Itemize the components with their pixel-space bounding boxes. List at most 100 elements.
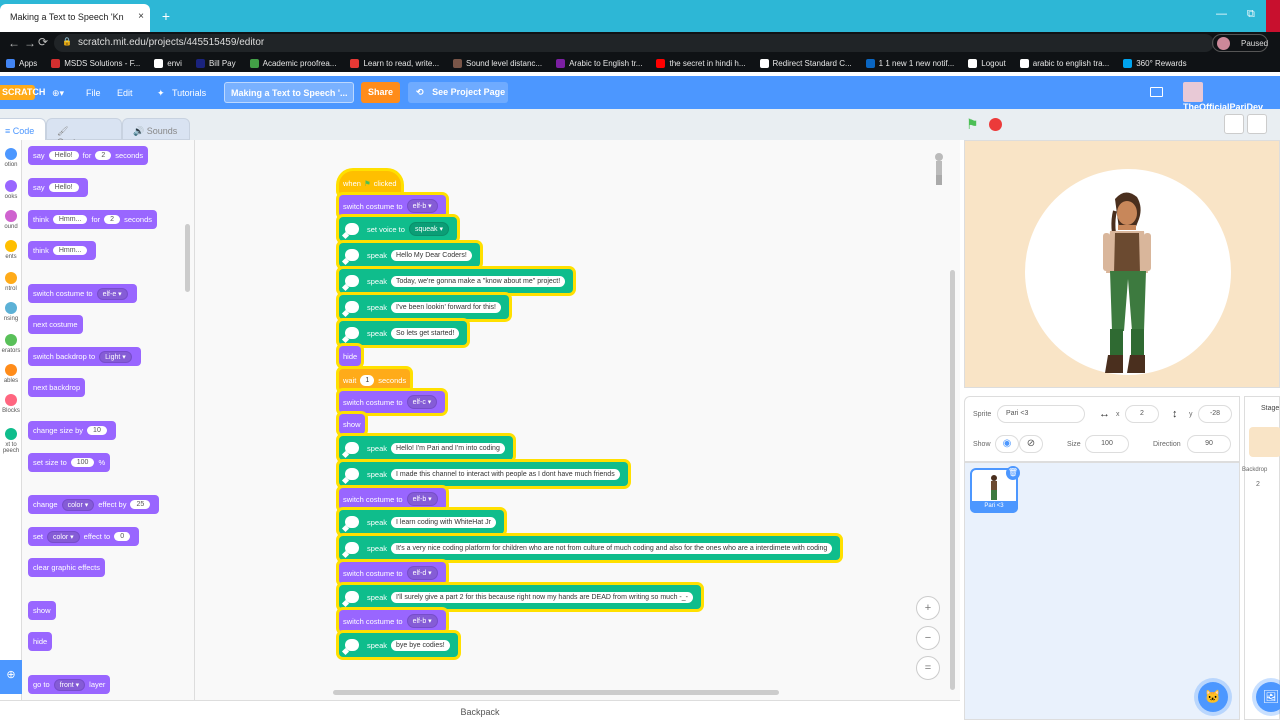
zoom-out-button[interactable]: − bbox=[916, 626, 940, 650]
palette-switch-backdrop-block[interactable]: switch backdrop to Light ▾ bbox=[28, 347, 141, 366]
palette-switch-costume-block[interactable]: switch costume to elf-e ▾ bbox=[28, 284, 137, 303]
bookmark-item[interactable]: Academic proofrea... bbox=[249, 58, 336, 68]
menu-file[interactable]: File bbox=[86, 88, 101, 98]
menu-tutorials[interactable]: Tutorials bbox=[172, 88, 206, 98]
zoom-reset-button[interactable]: = bbox=[916, 656, 940, 680]
bookmark-item[interactable]: envi bbox=[154, 58, 182, 68]
browser-tab[interactable]: Making a Text to Speech 'Kn × bbox=[0, 4, 150, 32]
scratch-logo[interactable]: SCRATCH bbox=[0, 85, 45, 100]
bookmark-item[interactable]: Apps bbox=[6, 58, 37, 68]
category-item[interactable]: ents bbox=[0, 240, 22, 260]
project-title-input[interactable]: Making a Text to Speech '... bbox=[224, 82, 354, 103]
block-dropdown[interactable]: color ▾ bbox=[47, 530, 80, 543]
category-item[interactable]: ooks bbox=[0, 180, 22, 200]
user-menu[interactable]: TheOfficialPariDev bbox=[1183, 82, 1280, 112]
back-icon[interactable]: ← bbox=[8, 36, 20, 50]
bookmark-item[interactable]: MSDS Solutions - F... bbox=[51, 58, 140, 68]
block-dropdown[interactable]: elf-e ▾ bbox=[96, 287, 128, 300]
menu-edit[interactable]: Edit bbox=[117, 88, 133, 98]
block-input[interactable]: Hmm... bbox=[52, 246, 88, 255]
choose-backdrop-button[interactable]: 🖼 bbox=[1256, 682, 1280, 712]
reload-icon[interactable]: ⟳ bbox=[38, 35, 48, 49]
block-input[interactable]: 0 bbox=[114, 532, 131, 541]
language-globe-icon[interactable]: ⊕▾ bbox=[52, 88, 64, 99]
speak-text-input[interactable]: I made this channel to interact with peo… bbox=[391, 468, 620, 480]
category-item[interactable]: ables bbox=[0, 364, 22, 384]
palette-go-to-layer-block[interactable]: go to front ▾ layer bbox=[28, 675, 111, 694]
stage-canvas[interactable] bbox=[964, 140, 1280, 388]
category-item[interactable]: ound bbox=[0, 210, 22, 230]
switch-costume-block[interactable]: switch costume to elf-b ▾ bbox=[339, 610, 446, 632]
share-button[interactable]: Share bbox=[361, 82, 400, 103]
maximize-icon[interactable]: ⧉ bbox=[1247, 8, 1255, 21]
switch-costume-block[interactable]: switch costume to elf-c ▾ bbox=[339, 391, 446, 413]
category-item[interactable]: Blocks bbox=[0, 394, 22, 414]
speak-text-input[interactable]: So lets get started! bbox=[391, 327, 460, 339]
bookmark-item[interactable]: 360° Rewards bbox=[1123, 58, 1187, 68]
palette-say-block[interactable]: say Hello! bbox=[28, 178, 88, 197]
speak-block[interactable]: speak bye bye codies! bbox=[339, 633, 458, 657]
tab-close-icon[interactable]: × bbox=[138, 11, 144, 22]
costume-dropdown[interactable]: elf-b ▾ bbox=[406, 199, 438, 213]
category-item[interactable]: otion bbox=[0, 148, 22, 168]
switch-costume-block[interactable]: switch costume to elf-b ▾ bbox=[339, 195, 446, 217]
palette-change-effect-block[interactable]: change color ▾ effect by 25 bbox=[28, 495, 160, 514]
sprite-name-input[interactable]: Pari <3 bbox=[997, 405, 1085, 423]
block-dropdown[interactable]: color ▾ bbox=[61, 498, 95, 511]
speak-block[interactable]: speak I learn coding with WhiteHat Jr bbox=[339, 510, 504, 534]
new-tab-button[interactable]: + bbox=[157, 7, 175, 25]
category-item[interactable]: ntrol bbox=[0, 272, 22, 292]
show-visible-toggle[interactable]: ◉ bbox=[995, 435, 1019, 453]
script-vertical-scrollbar[interactable] bbox=[950, 270, 955, 690]
block-input[interactable]: 2 bbox=[104, 215, 121, 224]
bookmark-item[interactable]: arabic to english tra... bbox=[1019, 58, 1109, 68]
script-horizontal-scrollbar[interactable] bbox=[333, 690, 779, 695]
add-extension-button[interactable]: ⊕ bbox=[0, 660, 22, 694]
tab-sounds[interactable]: 🔊 Sounds bbox=[122, 118, 190, 140]
speak-text-input[interactable]: Today, we're gonna make a "know about me… bbox=[391, 275, 566, 287]
small-stage-button[interactable] bbox=[1224, 114, 1244, 134]
script-area[interactable] bbox=[195, 140, 960, 700]
speak-block[interactable]: speak So lets get started! bbox=[339, 321, 468, 345]
speak-text-input[interactable]: I'll surely give a part 2 for this becau… bbox=[391, 591, 693, 603]
block-dropdown[interactable]: Light ▾ bbox=[99, 350, 132, 363]
voice-dropdown[interactable]: squeak ▾ bbox=[408, 222, 449, 236]
switch-costume-block[interactable]: switch costume to elf-b ▾ bbox=[339, 488, 446, 510]
costume-dropdown[interactable]: elf-c ▾ bbox=[406, 395, 438, 409]
block-input[interactable]: Hmm... bbox=[52, 215, 88, 224]
palette-next-costume-block[interactable]: next costume bbox=[28, 315, 83, 334]
palette-scrollbar[interactable] bbox=[185, 224, 190, 292]
window-close-button[interactable] bbox=[1266, 0, 1280, 32]
bookmark-item[interactable]: Redirect Standard C... bbox=[759, 58, 852, 68]
wait-input[interactable]: 1 bbox=[360, 374, 375, 386]
palette-say-for-block[interactable]: say Hello! for 2 seconds bbox=[28, 146, 149, 165]
x-input[interactable]: 2 bbox=[1125, 405, 1159, 423]
palette-show-block[interactable]: show bbox=[28, 601, 56, 620]
backdrop-thumbnail[interactable] bbox=[1249, 427, 1280, 457]
bookmark-item[interactable]: the secret in hindi h... bbox=[656, 58, 746, 68]
backpack-bar[interactable]: Backpack bbox=[0, 700, 960, 720]
block-input[interactable]: Hello! bbox=[48, 183, 79, 192]
switch-costume-block[interactable]: switch costume to elf-d ▾ bbox=[339, 562, 446, 584]
costume-dropdown[interactable]: elf-d ▾ bbox=[406, 566, 438, 580]
speak-block[interactable]: speak Hello! I'm Pari and I'm into coding bbox=[339, 436, 513, 460]
zoom-in-button[interactable]: + bbox=[916, 596, 940, 620]
delete-sprite-icon[interactable]: 🗑 bbox=[1006, 466, 1020, 480]
category-item[interactable]: erators bbox=[0, 334, 22, 354]
green-flag-button[interactable]: ⚑ bbox=[966, 116, 982, 132]
block-input[interactable]: 25 bbox=[130, 500, 151, 509]
block-input[interactable]: 100 bbox=[70, 458, 95, 467]
palette-think-for-block[interactable]: think Hmm... for 2 seconds bbox=[28, 210, 158, 229]
category-item[interactable]: xt to peech bbox=[0, 428, 22, 454]
bookmark-item[interactable]: Logout bbox=[968, 58, 1006, 68]
speak-block[interactable]: speak I'll surely give a part 2 for this … bbox=[339, 585, 701, 609]
profile-button[interactable]: Paused bbox=[1212, 34, 1268, 52]
palette-hide-block[interactable]: hide bbox=[28, 632, 53, 651]
tab-costumes[interactable]: 🖌 Costumes bbox=[46, 118, 122, 147]
forward-icon[interactable]: → bbox=[24, 36, 36, 50]
palette-change-size-block[interactable]: change size by 10 bbox=[28, 421, 116, 440]
set-voice-block[interactable]: set voice to squeak ▾ bbox=[339, 217, 457, 241]
speak-block[interactable]: speak Hello My Dear Coders! bbox=[339, 243, 480, 267]
palette-set-size-block[interactable]: set size to 100% bbox=[28, 453, 111, 472]
speak-text-input[interactable]: I learn coding with WhiteHat Jr bbox=[391, 516, 496, 528]
